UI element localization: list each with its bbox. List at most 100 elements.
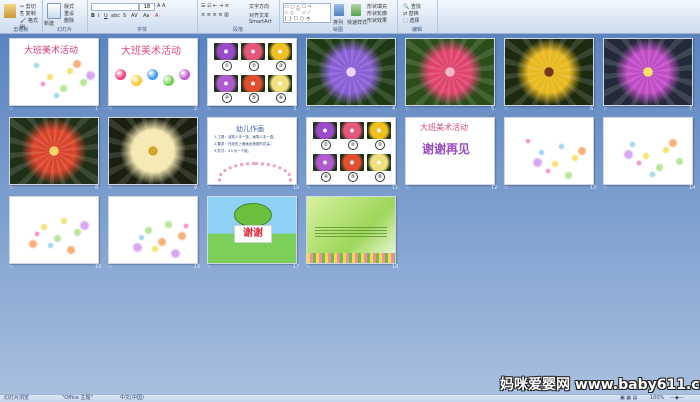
arrange-button[interactable]: 排列 (333, 19, 343, 26)
slide-number: 16 (194, 264, 201, 270)
slide-title: 大班美术活动 (420, 123, 468, 132)
flower-photo (505, 39, 593, 105)
font-name-field[interactable] (91, 3, 139, 11)
slide-number: 17 (293, 264, 300, 270)
slide-thumbnail-13[interactable] (504, 117, 594, 185)
slide-thumbnail-3[interactable]: ① ② ③ ④ ⑤ ⑥ (207, 38, 297, 106)
align-button[interactable]: ≡ ≡ ≡ ≡ ▥ (201, 12, 229, 18)
find-button[interactable]: 🔍 查找 (403, 3, 421, 10)
flower-decoration (73, 228, 82, 237)
ribbon-group-font: 18 A A B I U abc S AV Aa A 字体 (87, 0, 198, 33)
arrange-icon[interactable] (334, 4, 344, 16)
flower-decoration (60, 217, 68, 225)
frog-illustration (234, 203, 272, 227)
replace-button[interactable]: ⇄ 替换 (403, 10, 419, 17)
shape-effects-button[interactable]: 形状效果 (367, 17, 387, 24)
slide-thumbnail-4[interactable] (306, 38, 396, 106)
flower-photo (109, 118, 197, 184)
italic-button[interactable]: I (98, 13, 99, 19)
slide-thumbnail-17[interactable]: 谢谢 (207, 196, 297, 264)
select-button[interactable]: ⬚ 选择 (403, 17, 419, 24)
transition-icon: ☆ (9, 264, 14, 270)
flower-photo (340, 154, 364, 171)
paste-icon[interactable] (4, 4, 16, 18)
flower-decoration (629, 141, 636, 148)
underline-button[interactable]: U (104, 13, 108, 19)
flower-decoration (53, 92, 60, 99)
slide-thumbnail-5[interactable] (405, 38, 495, 106)
flower-decoration (28, 239, 38, 249)
slide-thumbnail-14[interactable] (603, 117, 693, 185)
transition-icon: ☆ (108, 185, 113, 191)
flower-decoration (662, 146, 670, 154)
slide-thumbnail-10[interactable]: 幼儿作画 1.工具：油笔人手一张，画笔人手一盒。 2.要求：在纸的上面画出美丽的花朵… (207, 117, 297, 185)
font-color-button[interactable]: A (155, 13, 158, 19)
flower-photo (313, 122, 337, 139)
slide-thumbnail-7[interactable] (603, 38, 693, 106)
group-label: 编辑 (411, 27, 422, 33)
slide-number: 9 (194, 185, 198, 191)
flower-decoration (183, 223, 189, 229)
char-spacing-button[interactable]: AV (131, 13, 138, 19)
flower-decoration (33, 62, 40, 69)
flower-decoration (46, 73, 54, 81)
grow-font-button[interactable]: A A (157, 3, 165, 9)
slide-thumbnail-11[interactable]: ① ② ③ ④ ⑤ ⑥ (306, 117, 396, 185)
align-text-button[interactable]: 对齐文本 (249, 12, 269, 19)
quick-styles-icon[interactable] (351, 4, 361, 16)
slide-thumbnail-18[interactable] (306, 196, 396, 264)
flower-decoration (538, 149, 545, 156)
shape-outline-button[interactable]: 形状轮廓 (367, 10, 387, 17)
slide-thumbnail-15[interactable] (9, 196, 99, 264)
decorative-ball (147, 69, 158, 80)
grid-number: ⑥ (276, 93, 286, 103)
slide-number: 18 (392, 264, 399, 270)
text-direction-button[interactable]: 文字方向 (249, 3, 269, 10)
grid-number: ② (249, 61, 259, 71)
slide-thumbnail-2[interactable]: 大班美术活动 (108, 38, 198, 106)
flower-decoration (307, 253, 395, 263)
bold-button[interactable]: B (91, 13, 95, 19)
slide-thumbnail-6[interactable] (504, 38, 594, 106)
grid-number: ⑥ (375, 172, 385, 182)
slide-thumbnail-1[interactable]: 大班美术活动 (9, 38, 99, 106)
copy-button[interactable]: ⎘ 复制 (20, 10, 36, 17)
shapes-gallery[interactable]: ▭ ○ △ ⬠ ⇨ ☆ ◇ ⌒ ▱ ⟋{ } ☐ ⬡ ◔ (283, 3, 331, 23)
slide-thumbnail-9[interactable] (108, 117, 198, 185)
grid-number: ② (348, 140, 358, 150)
slide-thumbnail-8[interactable] (9, 117, 99, 185)
flower-decoration (558, 143, 565, 150)
new-slide-icon[interactable] (47, 3, 61, 19)
transition-icon: ☆ (207, 185, 212, 191)
ribbon-group-drawing: ▭ ○ △ ⬠ ⇨ ☆ ◇ ⌒ ▱ ⟋{ } ☐ ⬡ ◔ 排列 快速样式 形状填充… (279, 0, 398, 33)
group-label: 段落 (232, 27, 243, 33)
reset-button[interactable]: 重设 (64, 10, 74, 17)
change-case-button[interactable]: Aa (143, 13, 149, 19)
strike-button[interactable]: abc (111, 13, 120, 19)
flower-photo (367, 154, 391, 171)
group-label: 字体 (136, 27, 147, 33)
flower-decoration (170, 248, 181, 259)
flower-decoration (636, 160, 642, 166)
flower-photo (214, 75, 238, 92)
flower-decoration (642, 152, 650, 160)
layout-button[interactable]: 版式 (64, 3, 74, 10)
watermark: 妈咪爱婴网 www.baby611.com (500, 377, 700, 393)
grid-number: ④ (222, 93, 232, 103)
quick-styles-button[interactable]: 快速样式 (347, 19, 367, 26)
shadow-button[interactable]: S (123, 13, 126, 19)
cut-button[interactable]: ✂ 剪切 (20, 3, 36, 10)
font-size-field[interactable]: 18 (139, 3, 155, 11)
ribbon: ✂ 剪切 ⎘ 复制 🖌 格式刷 剪贴板 新建 版式 重设 删除 幻灯片 18 A… (0, 0, 700, 34)
transition-icon: ☆ (603, 185, 608, 191)
smartart-button[interactable]: SmartArt (249, 19, 272, 25)
delete-button[interactable]: 删除 (64, 17, 74, 24)
group-label: 绘图 (332, 27, 343, 33)
flower-photo (604, 39, 692, 105)
ribbon-group-paragraph: ☰ ☷ ⇤ ⇥ ≡ 文字方向 ≡ ≡ ≡ ≡ ▥ 对齐文本 SmartArt 段… (197, 0, 280, 33)
slide-thumbnail-16[interactable] (108, 196, 198, 264)
ribbon-group-slides: 新建 版式 重设 删除 幻灯片 (42, 0, 88, 33)
bullets-button[interactable]: ☰ ☷ ⇤ ⇥ ≡ (201, 3, 229, 9)
slide-thumbnail-12[interactable]: 大班美术活动 谢谢再见 (405, 117, 495, 185)
shape-fill-button[interactable]: 形状填充 (367, 3, 387, 10)
